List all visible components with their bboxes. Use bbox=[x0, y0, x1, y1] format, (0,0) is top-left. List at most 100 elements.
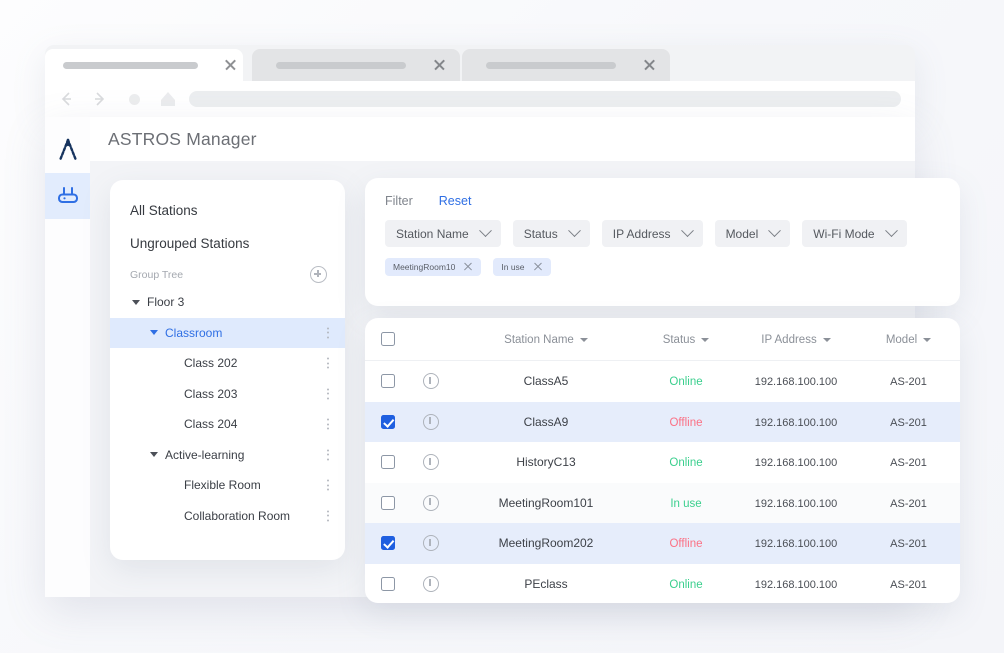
filter-select-station-name[interactable]: Station Name bbox=[385, 220, 501, 247]
filter-select-label: Station Name bbox=[396, 226, 469, 241]
row-info-button[interactable] bbox=[411, 454, 451, 471]
more-options-icon[interactable] bbox=[326, 510, 329, 522]
select-all-checkbox[interactable] bbox=[365, 332, 411, 346]
cell-model: AS-201 bbox=[890, 578, 927, 591]
checkbox-box bbox=[381, 536, 395, 551]
tree-node[interactable]: Classroom bbox=[110, 317, 345, 348]
column-header-status[interactable]: Status bbox=[641, 330, 731, 348]
more-options-icon[interactable] bbox=[326, 449, 329, 461]
chevron-down-icon[interactable] bbox=[150, 452, 158, 458]
tree-node[interactable]: Collaboration Room bbox=[110, 501, 345, 532]
chevron-down-icon[interactable] bbox=[150, 330, 158, 336]
cell-ip-address: 192.168.100.100 bbox=[754, 497, 838, 510]
tree-node[interactable]: Flexible Room bbox=[110, 470, 345, 501]
table-row[interactable]: ClassA9 Offline 192.168.100.100 AS-201 bbox=[365, 401, 960, 442]
table-row[interactable]: HistoryC13 Online 192.168.100.100 AS-201 bbox=[365, 442, 960, 483]
sidebar-item-all-stations[interactable]: All Stations bbox=[110, 198, 345, 223]
table-row[interactable]: PEclass Online 192.168.100.100 AS-201 bbox=[365, 564, 960, 604]
status-badge: In use bbox=[670, 497, 702, 510]
tree-node[interactable]: Class 203 bbox=[110, 379, 345, 410]
cell-station-name: MeetingRoom101 bbox=[498, 495, 594, 510]
astros-logo-icon[interactable] bbox=[45, 127, 90, 173]
status-badge: Offline bbox=[669, 538, 703, 551]
tree-node[interactable]: Floor 3 bbox=[110, 287, 345, 318]
tree-node-label: Class 203 bbox=[184, 386, 238, 401]
more-options-icon[interactable] bbox=[326, 479, 329, 491]
chevron-down-icon bbox=[478, 224, 492, 238]
row-checkbox[interactable] bbox=[365, 455, 411, 470]
arrow-right-icon[interactable] bbox=[87, 86, 113, 112]
column-header-station-name[interactable]: Station Name bbox=[451, 330, 641, 348]
cell-model: AS-201 bbox=[890, 457, 927, 470]
row-checkbox[interactable] bbox=[365, 495, 411, 510]
row-info-button[interactable] bbox=[411, 373, 451, 390]
filter-select-status[interactable]: Status bbox=[512, 220, 590, 247]
cell-station-name: PEclass bbox=[524, 576, 568, 591]
row-checkbox[interactable] bbox=[365, 536, 411, 551]
row-checkbox[interactable] bbox=[365, 576, 411, 591]
column-label: IP Address bbox=[761, 334, 817, 346]
home-icon[interactable] bbox=[155, 86, 181, 112]
plus-circle-icon[interactable] bbox=[310, 266, 327, 283]
more-options-icon[interactable] bbox=[326, 357, 329, 369]
tree-node[interactable]: Class 202 bbox=[110, 348, 345, 379]
column-header-ip-address[interactable]: IP Address bbox=[731, 330, 861, 348]
info-icon bbox=[423, 413, 439, 430]
table-row[interactable]: MeetingRoom101 In use 192.168.100.100 AS-20… bbox=[365, 482, 960, 523]
row-checkbox[interactable] bbox=[365, 374, 411, 389]
browser-nav-bar bbox=[45, 81, 915, 117]
row-checkbox[interactable] bbox=[365, 414, 411, 429]
more-options-icon[interactable] bbox=[326, 388, 329, 400]
sidebar-item-ungrouped-stations[interactable]: Ungrouped Stations bbox=[110, 231, 345, 256]
status-badge: Online bbox=[669, 578, 703, 591]
sort-desc-icon bbox=[701, 338, 710, 342]
close-icon[interactable] bbox=[220, 54, 242, 76]
tree-node[interactable]: Class 204 bbox=[110, 409, 345, 440]
chevron-down-icon bbox=[884, 224, 898, 238]
more-options-icon[interactable] bbox=[326, 327, 329, 339]
tree-node-content: Class 203 bbox=[110, 387, 237, 401]
status-badge: Offline bbox=[669, 416, 703, 429]
close-icon[interactable] bbox=[639, 54, 661, 76]
filter-select-label: IP Address bbox=[612, 226, 671, 241]
filter-chip[interactable]: MeetingRoom10 bbox=[385, 258, 482, 276]
chevron-down-icon[interactable] bbox=[132, 299, 140, 305]
tab-title-placeholder bbox=[63, 61, 198, 69]
row-info-button[interactable] bbox=[411, 494, 451, 511]
column-label: Status bbox=[662, 334, 696, 346]
close-icon[interactable] bbox=[463, 262, 473, 272]
more-options-icon[interactable] bbox=[326, 418, 329, 430]
checkbox-box bbox=[381, 455, 395, 470]
browser-tab-3[interactable] bbox=[462, 49, 670, 81]
address-bar[interactable] bbox=[189, 91, 901, 107]
filter-label: Filter bbox=[385, 194, 413, 208]
row-info-button[interactable] bbox=[411, 535, 451, 552]
filter-select-wi-fi-mode[interactable]: Wi-Fi Mode bbox=[802, 220, 907, 247]
table-row[interactable]: ClassA5 Online 192.168.100.100 AS-201 bbox=[365, 361, 960, 402]
status-badge: Online bbox=[669, 376, 703, 389]
table-row[interactable]: MeetingRoom202 Offline 192.168.100.100 AS-2… bbox=[365, 523, 960, 564]
close-icon[interactable] bbox=[533, 262, 543, 272]
reset-filter-button[interactable]: Reset bbox=[439, 194, 472, 208]
filter-select-model[interactable]: Model bbox=[714, 220, 791, 247]
status-badge: Online bbox=[669, 457, 703, 470]
row-info-button[interactable] bbox=[411, 413, 451, 430]
cell-station-name: ClassA9 bbox=[523, 414, 569, 429]
close-icon[interactable] bbox=[429, 54, 451, 76]
browser-tab-1[interactable] bbox=[45, 49, 243, 81]
tree-node[interactable]: Active-learning bbox=[110, 440, 345, 471]
column-header-model[interactable]: Model bbox=[861, 330, 956, 348]
tree-node-content: Floor 3 bbox=[110, 295, 184, 309]
access-point-icon[interactable] bbox=[45, 173, 90, 219]
reload-icon[interactable] bbox=[121, 86, 147, 112]
tree-node-label: Collaboration Room bbox=[184, 508, 291, 523]
filter-chip-label: MeetingRoom10 bbox=[393, 262, 456, 272]
filter-chip[interactable]: In use bbox=[493, 258, 551, 276]
browser-tab-2[interactable] bbox=[252, 49, 460, 81]
row-info-button[interactable] bbox=[411, 575, 451, 592]
chevron-down-icon bbox=[567, 224, 581, 238]
filter-select-ip-address[interactable]: IP Address bbox=[601, 220, 703, 247]
cell-ip-address: 192.168.100.100 bbox=[754, 578, 838, 591]
filter-select-label: Wi-Fi Mode bbox=[813, 226, 875, 241]
arrow-left-icon[interactable] bbox=[53, 86, 79, 112]
